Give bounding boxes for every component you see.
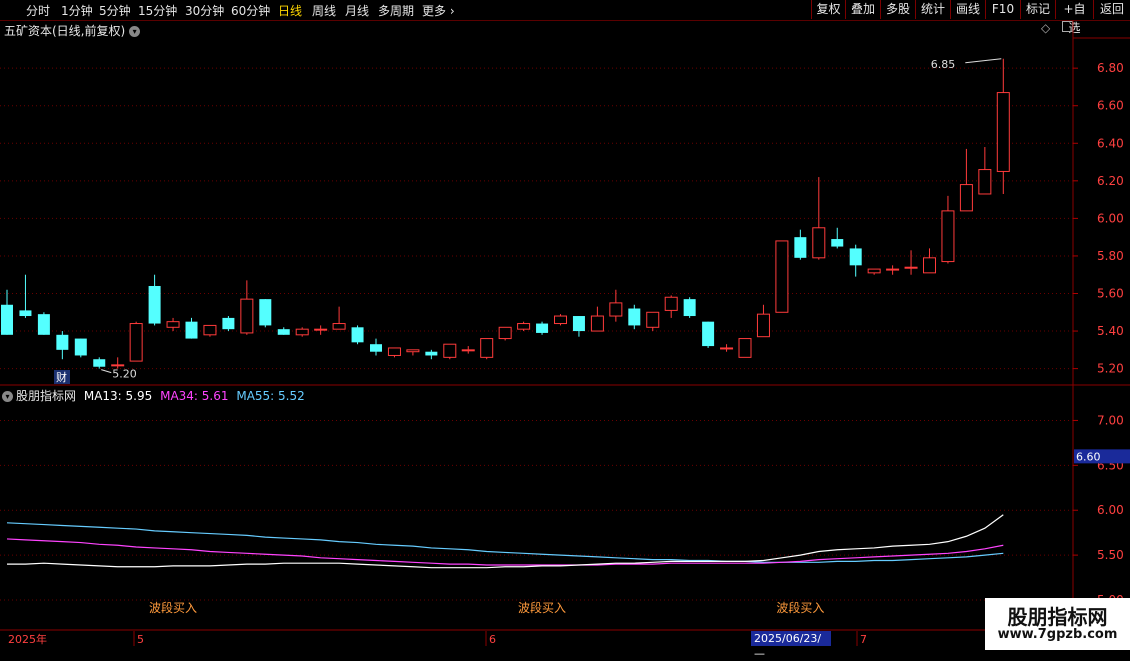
candle-body-down[interactable] xyxy=(572,316,585,332)
main-ytick-label: 6.80 xyxy=(1097,61,1124,75)
candle-body-down[interactable] xyxy=(425,351,438,356)
candle-body-up[interactable] xyxy=(996,92,1010,172)
candle-body-up[interactable] xyxy=(720,347,734,350)
main-ytick-label: 5.80 xyxy=(1097,249,1124,263)
ma13-line xyxy=(7,514,1004,569)
watermark-title: 股朋指标网 xyxy=(1007,605,1108,629)
cursor-date: 2025/06/23/— xyxy=(751,631,831,660)
candle-body-up[interactable] xyxy=(111,364,125,367)
high-price-label: 6.85 xyxy=(931,58,956,71)
low-price-label: 5.20 xyxy=(112,368,137,381)
current-value-label: 6.60 xyxy=(1076,450,1101,463)
candle-body-up[interactable] xyxy=(664,296,678,311)
candle-body-up[interactable] xyxy=(978,169,992,195)
main-ytick-label: 5.60 xyxy=(1097,287,1124,301)
candle-body-up[interactable] xyxy=(959,184,973,212)
candle-body-down[interactable] xyxy=(628,308,641,326)
signal-label: 波段买入 xyxy=(149,600,197,615)
signal-label: 波段买入 xyxy=(776,600,824,615)
candle-body-down[interactable] xyxy=(19,310,32,317)
low-arrow-line xyxy=(101,369,112,374)
signal-label: 波段买入 xyxy=(518,600,566,615)
candle-body-down[interactable] xyxy=(93,359,106,367)
candle-body-down[interactable] xyxy=(185,321,198,339)
finance-badge-label: 财 xyxy=(56,370,67,384)
candle-body-up[interactable] xyxy=(332,323,346,330)
time-label: 6 xyxy=(489,633,496,646)
ind-ytick-label: 7.00 xyxy=(1097,413,1124,427)
candle-body-down[interactable] xyxy=(56,334,69,350)
candle-body-down[interactable] xyxy=(536,323,549,333)
candle-body-up[interactable] xyxy=(646,311,660,328)
candle-body-up[interactable] xyxy=(812,227,826,259)
candle-body-up[interactable] xyxy=(554,315,567,325)
candle-body-up[interactable] xyxy=(923,257,936,274)
candle-body-down[interactable] xyxy=(370,344,382,352)
ind-ytick-label: 6.00 xyxy=(1097,503,1124,517)
candle-body-down[interactable] xyxy=(1,304,13,335)
candle-body-down[interactable] xyxy=(683,299,696,317)
candle-body-up[interactable] xyxy=(590,315,604,332)
candle-body-up[interactable] xyxy=(775,240,789,313)
ma55-line xyxy=(6,522,1004,563)
candle-body-up[interactable] xyxy=(517,323,531,330)
candle-body-down[interactable] xyxy=(702,321,715,347)
candle-body-down[interactable] xyxy=(259,299,272,326)
candle-body-down[interactable] xyxy=(849,248,862,266)
candle-body-up[interactable] xyxy=(498,326,512,340)
candle-body-down[interactable] xyxy=(37,314,50,335)
candle-body-up[interactable] xyxy=(756,313,770,338)
time-label: 7 xyxy=(860,633,867,646)
candle-body-down[interactable] xyxy=(148,285,161,324)
main-ytick-label: 6.60 xyxy=(1097,99,1124,113)
candle-body-up[interactable] xyxy=(443,343,457,358)
main-ytick-label: 6.00 xyxy=(1097,211,1124,225)
candle-body-down[interactable] xyxy=(277,329,290,335)
candle-body-up[interactable] xyxy=(904,266,918,269)
candle-body-up[interactable] xyxy=(480,338,494,358)
candle-body-up[interactable] xyxy=(609,302,623,317)
watermark-url: www.7gpzb.com xyxy=(997,627,1118,642)
candle-body-up[interactable] xyxy=(941,210,955,263)
candle-body-up[interactable] xyxy=(738,338,752,358)
candle-body-up[interactable] xyxy=(166,321,180,328)
main-ytick-label: 5.20 xyxy=(1097,362,1124,376)
candle-body-down[interactable] xyxy=(794,237,807,258)
candle-body-down[interactable] xyxy=(351,327,364,343)
candle-body-up[interactable] xyxy=(406,349,420,353)
candle-body-down[interactable] xyxy=(74,338,87,356)
chart-canvas[interactable]: 6.80 6.60 6.40 6.20 6.00 5.80 5.60 5.40 5.20 7.00… xyxy=(0,0,1130,650)
time-label: 5 xyxy=(137,633,144,646)
high-arrow-line xyxy=(965,58,1002,64)
candle-body-down[interactable] xyxy=(222,317,235,330)
candle-body-up[interactable] xyxy=(295,328,309,336)
candle-body-up[interactable] xyxy=(203,324,217,336)
main-ytick-label: 6.40 xyxy=(1097,136,1124,150)
time-label: 2025年 xyxy=(8,632,47,646)
watermark: 股朋指标网 www.7gpzb.com xyxy=(985,598,1130,650)
candle-body-up[interactable] xyxy=(387,347,401,356)
ind-ytick-label: 5.50 xyxy=(1097,548,1124,562)
main-ytick-label: 5.40 xyxy=(1097,324,1124,338)
candle-body-up[interactable] xyxy=(886,268,900,271)
candle-body-up[interactable] xyxy=(129,323,143,362)
candle-body-up[interactable] xyxy=(240,298,254,334)
main-ytick-label: 6.20 xyxy=(1097,174,1124,188)
candle-body-up[interactable] xyxy=(461,349,475,352)
candle-body-up[interactable] xyxy=(867,268,881,274)
candle-body-up[interactable] xyxy=(314,328,328,331)
candle-body-down[interactable] xyxy=(831,239,844,247)
